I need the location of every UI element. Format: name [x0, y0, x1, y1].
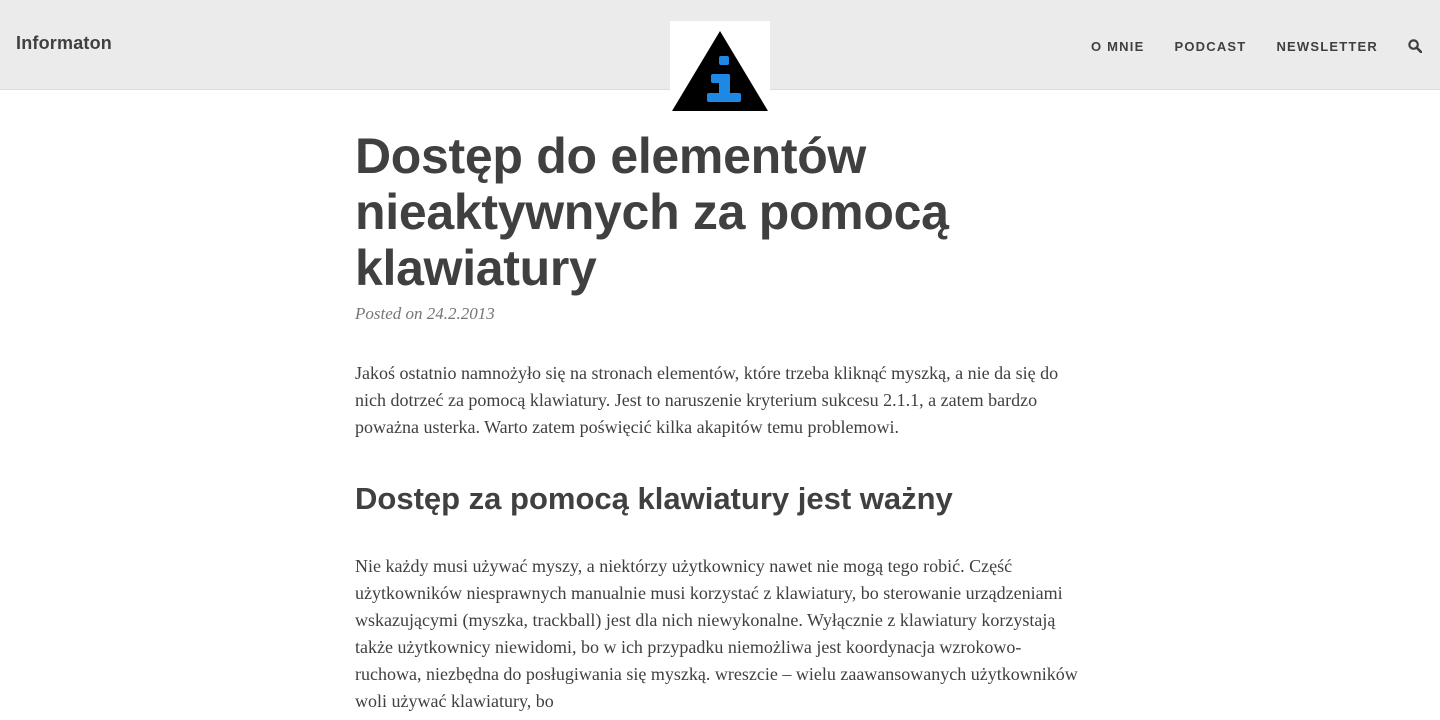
section-heading: Dostęp za pomocą klawiatury jest ważny [355, 481, 953, 516]
info-logo-link[interactable] [670, 21, 770, 112]
site-header: Informaton O MNIE PODCAST NEWSLETTER [0, 0, 1440, 112]
post-content: Dostęp do elementów nieaktywnych za pomo… [355, 128, 1085, 715]
nav-link-newsletter[interactable]: NEWSLETTER [1276, 39, 1378, 54]
post-title: Dostęp do elementów nieaktywnych za pomo… [355, 128, 949, 296]
nav-link-o-mnie[interactable]: O MNIE [1091, 39, 1144, 54]
site-title-link[interactable]: Informaton [16, 33, 112, 54]
info-triangle-logo-icon [672, 31, 768, 111]
nav-link-podcast[interactable]: PODCAST [1174, 39, 1246, 54]
intro-paragraph: Jakoś ostatnio namnożyło się na stronach… [355, 363, 1059, 437]
post-meta: Posted on 24.2.2013 [355, 304, 1085, 324]
main-nav: O MNIE PODCAST NEWSLETTER [1091, 36, 1440, 56]
section-paragraph: Nie każdy musi używać myszy, a niektórzy… [355, 556, 1078, 711]
post-date-link[interactable]: 24.2.2013 [427, 304, 495, 323]
search-icon[interactable] [1408, 39, 1423, 54]
posted-on-label: Posted on [355, 304, 423, 323]
